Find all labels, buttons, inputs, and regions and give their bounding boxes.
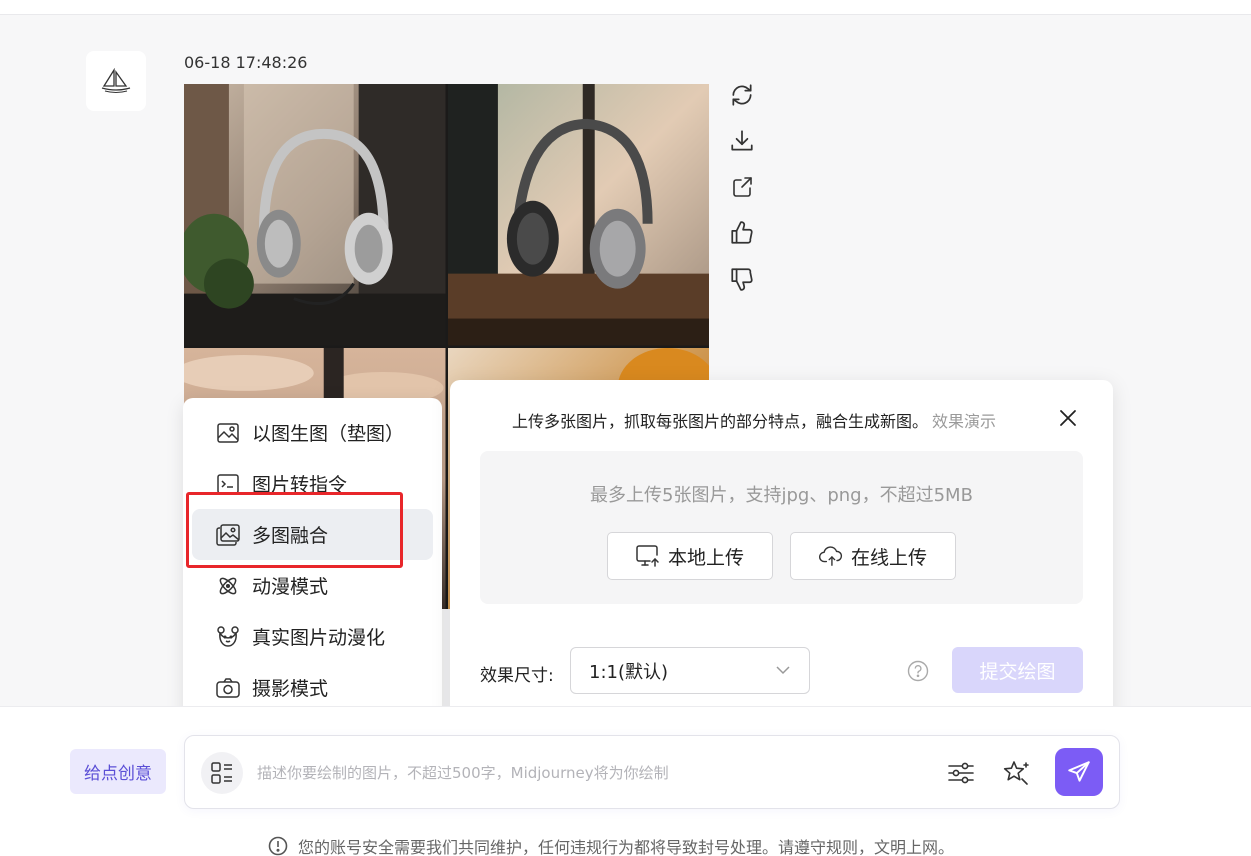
cloud-upload-icon [819,544,843,568]
images-merge-icon [216,523,240,547]
draw-mode-menu: 以图生图（垫图） 图片转指令 多图融合 动漫模式 真实图片动漫化 摄影模式 [183,398,442,724]
menu-item-label: 摄影模式 [252,678,329,700]
atom-icon [216,574,240,598]
like-button[interactable] [727,218,757,248]
thumbs-up-icon [731,221,753,244]
bear-face-icon [216,625,240,649]
panel-description: 上传多张图片，抓取每张图片的部分特点，融合生成新图。 效果演示 [512,412,997,431]
camera-icon [216,676,240,700]
warning-circle-icon [268,836,288,856]
give-idea-button[interactable]: 给点创意 [70,749,166,794]
prompt-box [184,735,1120,809]
thumbs-down-icon [731,268,753,291]
menu-item-label: 以图生图（垫图） [252,423,405,445]
top-divider [0,0,1251,15]
mode-menu-button[interactable] [201,752,243,794]
share-icon [733,177,752,197]
sparkle-star-icon [1003,761,1029,785]
image-tile-2[interactable] [447,84,709,346]
refresh-icon [732,84,752,106]
dislike-button[interactable] [727,264,757,294]
image-tile-1[interactable] [184,84,446,346]
menu-item-blend[interactable]: 多图融合 [192,509,433,560]
prompt-input[interactable] [257,758,897,788]
upload-area[interactable]: 最多上传5张图片，支持jpg、png，不超过5MB 本地上传 在线上传 [480,451,1083,604]
menu-item-image-to-image[interactable]: 以图生图（垫图） [192,407,433,458]
question-icon [907,660,929,682]
send-icon [1068,761,1090,782]
terminal-icon [216,472,240,496]
message-timestamp: 06-18 17:48:26 [184,53,308,72]
share-button[interactable] [727,172,757,202]
help-button[interactable] [907,660,929,682]
submit-drawing-button[interactable]: 提交绘图 [952,647,1083,693]
size-select[interactable]: 1:1(默认) [570,647,810,694]
close-icon [1060,410,1076,426]
menu-item-anime[interactable]: 动漫模式 [192,560,433,611]
blend-panel: 上传多张图片，抓取每张图片的部分特点，融合生成新图。 效果演示 最多上传5张图片，… [450,380,1113,724]
menu-item-label: 图片转指令 [252,474,348,496]
sailboat-logo-icon [101,68,131,93]
menu-item-label: 动漫模式 [252,576,329,598]
magic-button[interactable] [1000,757,1032,789]
demo-link[interactable]: 效果演示 [932,412,996,431]
sliders-icon [948,762,974,784]
upload-hint: 最多上传5张图片，支持jpg、png，不超过5MB [590,485,973,506]
menu-item-label: 真实图片动漫化 [252,627,386,649]
menu-item-image-to-prompt[interactable]: 图片转指令 [192,458,433,509]
send-button[interactable] [1055,748,1103,796]
local-upload-button[interactable]: 本地上传 [607,532,773,580]
chevron-down-icon [776,666,790,675]
close-button[interactable] [1056,406,1080,430]
monitor-upload-icon [636,544,660,568]
safety-notice: 您的账号安全需要我们共同维护，任何违规行为都将导致封号处理。请遵守规则，文明上网… [268,834,954,856]
download-button[interactable] [727,126,757,156]
message-actions [726,80,758,294]
menu-item-photo-to-anime[interactable]: 真实图片动漫化 [192,611,433,662]
menu-item-label: 多图融合 [252,525,329,547]
size-label: 效果尺寸: [480,666,554,686]
settings-button[interactable] [945,757,977,789]
download-icon [731,130,753,151]
online-upload-button[interactable]: 在线上传 [790,532,956,580]
bot-avatar [86,51,146,111]
regenerate-button[interactable] [727,80,757,110]
image-icon [216,421,240,445]
apps-grid-icon [211,762,232,784]
